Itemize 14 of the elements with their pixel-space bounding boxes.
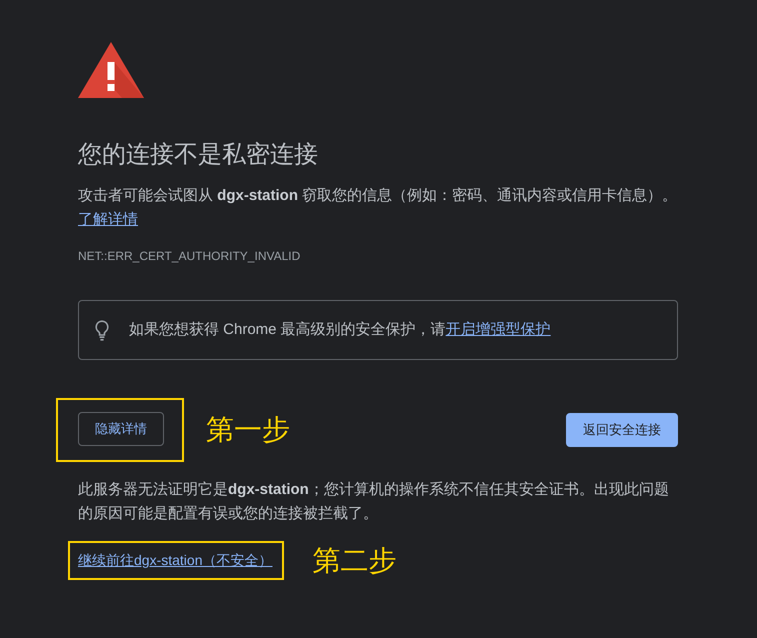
back-to-safety-button[interactable]: 返回安全连接: [566, 413, 678, 447]
proceed-unsafe-link[interactable]: 继续前往dgx-station（不安全）: [78, 552, 272, 568]
hide-details-button[interactable]: 隐藏详情: [78, 412, 164, 446]
enhanced-protection-link[interactable]: 开启增强型保护: [446, 321, 551, 338]
warning-triangle-icon: [78, 42, 144, 98]
warning-message: 攻击者可能会试图从 dgx-station 窃取您的信息（例如：密码、通讯内容或信用卡信息）。: [78, 186, 678, 206]
learn-more-link[interactable]: 了解详情: [78, 211, 138, 228]
error-code: NET::ERR_CERT_AUTHORITY_INVALID: [78, 248, 302, 264]
protection-tip-text: 如果您想获得 Chrome 最高级别的安全保护，请开启增强型保护: [129, 320, 551, 340]
annotation-label: 第二步: [312, 544, 396, 578]
lightbulb-icon: [95, 320, 109, 340]
details-message: 此服务器无法证明它是dgx-station；您计算机的操作系统不信任其安全证书。出现此问题的原因可能是配置有误或您的连接被拦截了。: [78, 480, 670, 524]
page-heading: 您的连接不是私密连接: [78, 140, 319, 170]
annotation-label: 第一步: [206, 413, 290, 447]
